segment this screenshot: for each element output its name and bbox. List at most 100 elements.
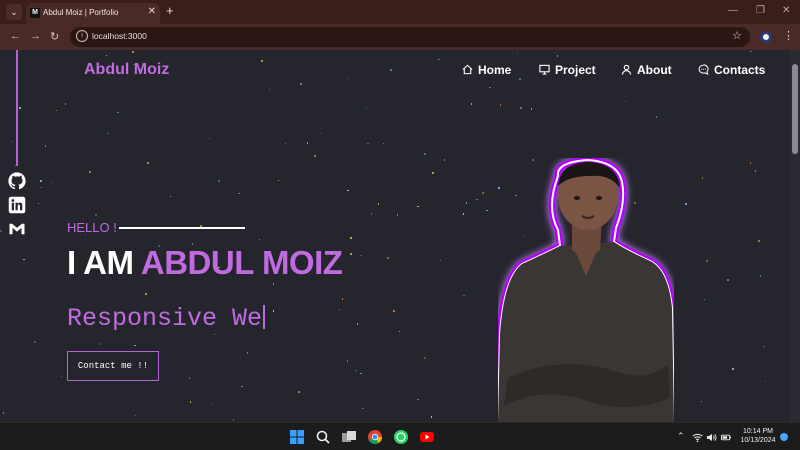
star-dot [55,109,58,112]
star-dot [306,142,309,144]
star-dot [37,202,40,205]
star-dot [319,132,322,135]
star-dot [347,189,349,192]
notification-icon[interactable] [780,433,788,441]
star-dot [465,202,468,204]
star-dot [261,60,263,62]
star-dot [40,180,42,182]
greeting-underline [119,227,245,229]
star-dot [132,51,134,53]
star-dot [370,213,373,215]
star-dot [685,203,687,205]
star-dot [758,240,760,242]
star-dot [377,203,380,205]
star-dot [272,283,275,285]
close-icon[interactable]: ✕ [148,6,156,17]
new-tab-icon[interactable]: + [166,4,174,18]
nav-about-label: About [637,63,672,77]
restore-icon[interactable]: ❐ [756,5,765,16]
star-dot [241,385,243,388]
star-dot [763,345,765,348]
nav-contacts-label: Contacts [714,63,766,77]
headline-name: ABDUL MOIZ [140,244,343,281]
star-dot [314,155,316,157]
monitor-icon [539,64,550,75]
wifi-icon[interactable] [692,432,703,443]
nav-project[interactable]: Project [539,63,596,77]
star-dot [764,380,767,383]
youtube-icon[interactable] [419,429,435,445]
forward-icon[interactable]: → [30,30,41,42]
nav-home-label: Home [478,63,512,77]
star-dot [390,69,392,71]
browser-tab[interactable]: M Abdul Moiz | Portfolio ✕ [26,3,160,24]
nav-contacts[interactable]: Contacts [698,63,765,77]
star-dot [750,50,752,53]
windows-start-icon[interactable] [289,429,305,445]
page-scrollbar[interactable] [790,50,800,422]
nav-about[interactable]: About [621,63,672,77]
chrome-icon[interactable] [367,429,383,445]
clock-date: 10/13/2024 [740,437,776,444]
star-dot [23,258,25,261]
search-icon[interactable] [315,429,331,445]
star-dot [438,58,440,61]
nav-home[interactable]: Home [462,63,511,77]
star-dot [703,298,706,301]
back-icon[interactable]: ← [10,30,21,42]
star-dot [105,54,108,57]
url-text[interactable]: localhost:3000 [92,31,147,41]
star-dot [19,107,21,109]
chevron-up-icon[interactable]: ⌃ [677,431,685,442]
menu-dots-icon[interactable]: ⋮ [783,29,794,42]
window-close-icon[interactable]: ✕ [782,5,790,16]
star-dot [732,368,734,370]
tab-list-icon[interactable]: ⌄ [6,4,22,20]
star-dot [482,192,484,194]
profile-icon[interactable] [760,31,772,43]
brand-logo[interactable]: Abdul Moiz [84,61,169,79]
star-dot [117,111,119,114]
system-clock[interactable]: 10:14 PM 10/13/2024 [738,427,778,445]
star-dot [169,195,172,198]
battery-icon[interactable] [720,432,732,443]
task-view-icon[interactable] [341,429,357,445]
minimize-icon[interactable]: — [728,5,738,16]
address-bar[interactable]: i localhost:3000 ☆ [70,27,750,47]
hero-greeting: HELLO ! [67,220,117,235]
star-dot [134,414,137,417]
gmail-icon[interactable] [8,220,26,238]
star-dot [382,142,385,145]
volume-icon[interactable] [706,432,717,443]
star-dot [208,137,211,140]
clock-time: 10:14 PM [743,428,773,435]
star-dot [360,372,362,375]
star-dot [0,230,2,232]
star-dot [360,254,362,257]
star-dot [443,159,446,161]
star-dot [40,186,43,189]
star-dot [462,213,465,215]
star-dot [530,108,533,110]
tab-favicon: M [30,8,40,18]
contact-me-button[interactable]: Contact me !! [67,351,159,381]
site-info-icon[interactable]: i [76,30,88,42]
star-dot [365,107,368,110]
star-dot [396,214,399,216]
star-dot [298,391,300,393]
star-dot [145,293,147,295]
star-dot [355,369,357,372]
star-dot [147,162,149,164]
linkedin-icon[interactable] [8,196,26,214]
whatsapp-icon[interactable] [393,429,409,445]
star-dot [10,140,13,143]
social-divider-line [16,50,18,166]
scrollbar-thumb[interactable] [792,64,798,154]
hero-headline: I AM ABDUL MOIZ [67,244,343,282]
github-icon[interactable] [8,172,26,190]
bookmark-star-icon[interactable]: ☆ [732,29,742,42]
reload-icon[interactable]: ↻ [50,30,59,43]
star-dot [338,309,341,311]
star-dot [424,357,426,359]
star-dot [398,330,401,333]
